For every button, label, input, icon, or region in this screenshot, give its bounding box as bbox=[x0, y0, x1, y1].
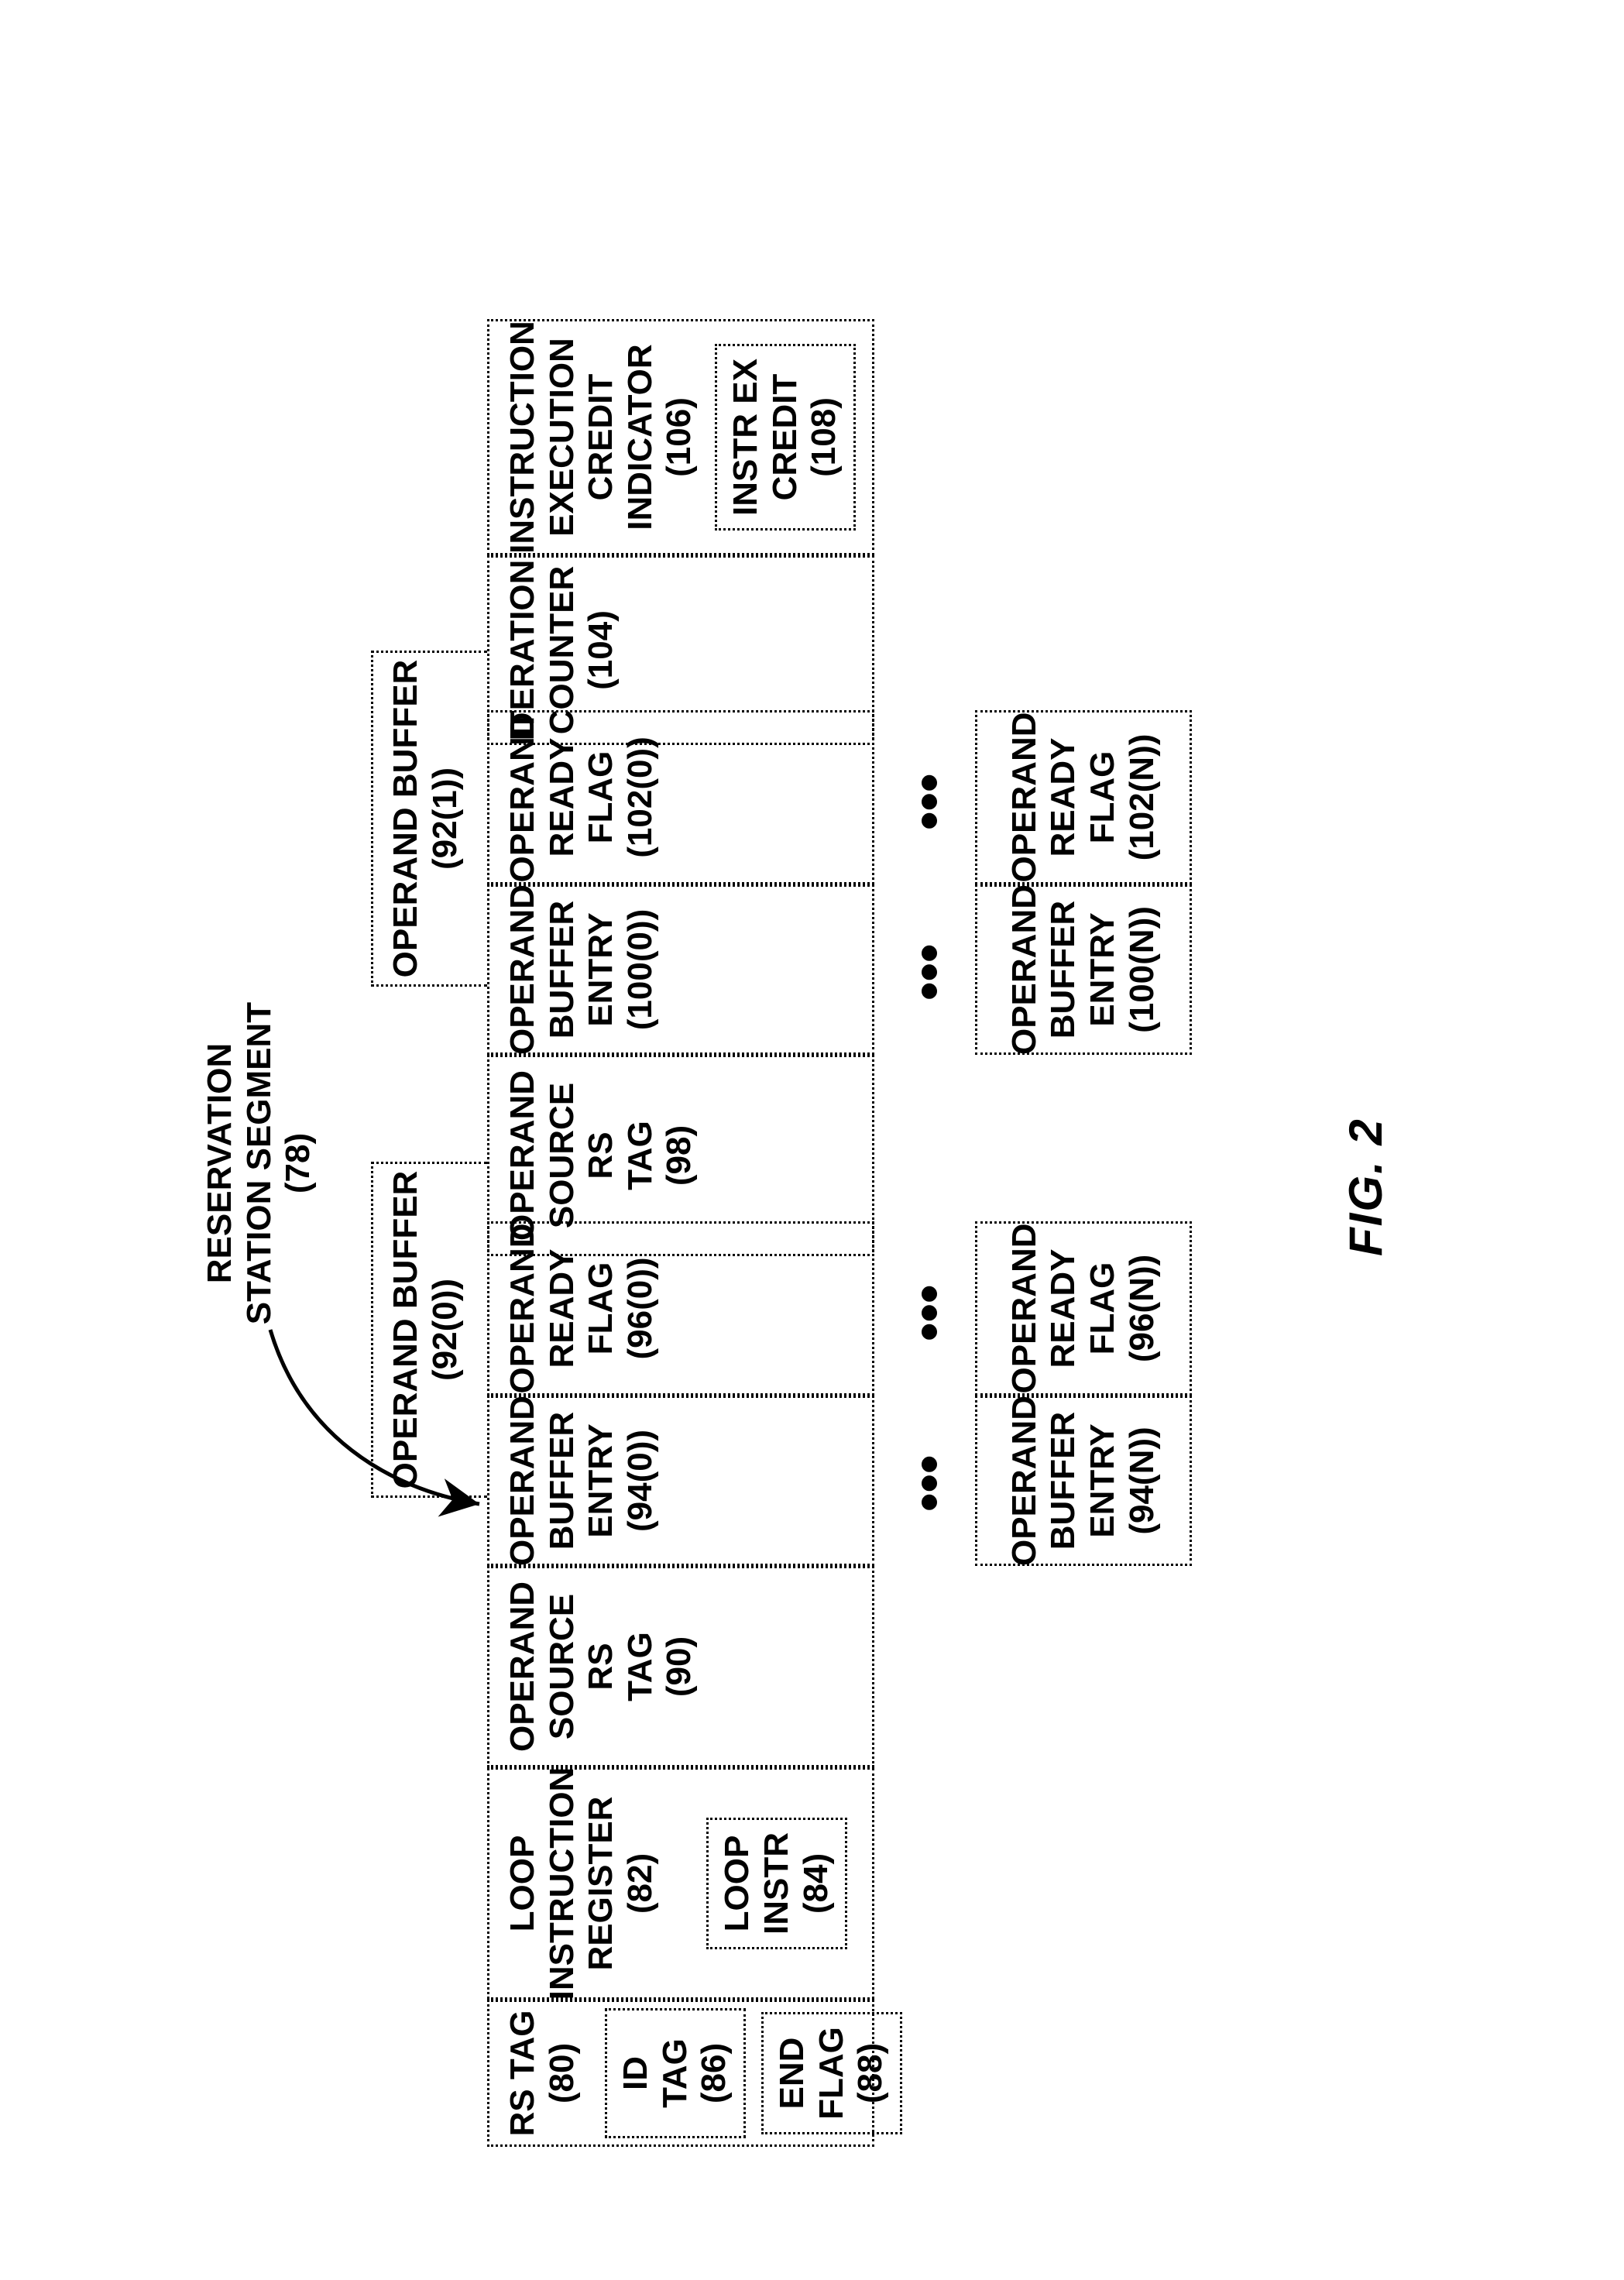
ob1-eN-l1: OPERAND bbox=[1004, 884, 1044, 1055]
ob0-eN-l2: BUFFER bbox=[1044, 1412, 1083, 1550]
credit-inner-l3: (108) bbox=[805, 397, 843, 477]
ob0-fN-l4: (96(N)) bbox=[1122, 1255, 1162, 1362]
ob0-entry-0-box: OPERAND BUFFER ENTRY (94(0)) bbox=[487, 1396, 874, 1566]
iter-l3: (104) bbox=[582, 610, 621, 690]
src1-l3: TAG bbox=[620, 1121, 660, 1190]
ob1-eN-l2: BUFFER bbox=[1044, 901, 1083, 1039]
instr-ex-credit-box: INSTR EX CREDIT (108) bbox=[714, 344, 855, 531]
ob0-flag-n-box: OPERAND READY FLAG (96(N)) bbox=[975, 1221, 1192, 1396]
ob1-entry-n-box: OPERAND BUFFER ENTRY (100(N)) bbox=[975, 884, 1192, 1055]
ob1-flag-0-box: OPERAND READY FLAG (102(0)) bbox=[487, 710, 874, 884]
credit-inner-l1: INSTR EX bbox=[726, 359, 764, 516]
ob0-fN-l1: OPERAND bbox=[1004, 1223, 1044, 1393]
ob1-e0-l3: ENTRY bbox=[582, 912, 621, 1027]
rs-tag-box: RS TAG (80) ID TAG (86) END FLAG (88) bbox=[487, 2000, 874, 2147]
credit-l4: INDICATOR bbox=[620, 344, 660, 530]
src1-l4: (98) bbox=[660, 1125, 699, 1186]
ob1-f0-l3: FLAG bbox=[582, 751, 621, 844]
ob1-e0-l2: BUFFER bbox=[542, 901, 582, 1039]
end-flag-box: END FLAG (88) bbox=[760, 2012, 901, 2134]
id-tag-l2: (86) bbox=[695, 2043, 733, 2103]
end-flag-l1: END bbox=[772, 2038, 810, 2110]
ob1-entry-0-box: OPERAND BUFFER ENTRY (100(0)) bbox=[487, 884, 874, 1055]
instruction-execution-credit-indicator-box: INSTRUCTION EXECUTION CREDIT INDICATOR (… bbox=[487, 319, 874, 555]
diagram-canvas: RESERVATION STATION SEGMENT (78) OPERAND… bbox=[193, 133, 1432, 2147]
src0-l4: (90) bbox=[660, 1636, 699, 1697]
ob0-flag-ellipsis: ••• bbox=[898, 1284, 960, 1341]
ob0-entry-ellipsis: ••• bbox=[898, 1454, 960, 1512]
loop-instr-l2: INSTR bbox=[757, 1832, 795, 1935]
ob0-header-box bbox=[371, 1162, 487, 1498]
loop-instruction-register-box: LOOP INSTRUCTION REGISTER (82) LOOP INST… bbox=[487, 1767, 874, 2000]
loop-instr-l1: LOOP bbox=[718, 1835, 756, 1932]
ob1-e0-l1: OPERAND bbox=[503, 884, 543, 1055]
ob1-flag-n-box: OPERAND READY FLAG (102(N)) bbox=[975, 710, 1192, 884]
loop-reg-l2: INSTRUCTION bbox=[542, 1767, 582, 2000]
loop-reg-l4: (82) bbox=[620, 1853, 660, 1914]
src0-l2: SOURCE RS bbox=[542, 1574, 620, 1759]
ob0-eN-l4: (94(N)) bbox=[1122, 1427, 1162, 1534]
iter-l2: COUNTER bbox=[542, 566, 582, 735]
ob0-e0-l4: (94(0)) bbox=[620, 1430, 660, 1532]
ob0-eN-l1: OPERAND bbox=[1004, 1396, 1044, 1566]
ob1-eN-l4: (100(N)) bbox=[1122, 906, 1162, 1033]
ob1-f0-l2: READY bbox=[542, 737, 582, 857]
ob1-eN-l3: ENTRY bbox=[1083, 912, 1123, 1027]
ob0-e0-l1: OPERAND bbox=[503, 1396, 543, 1566]
end-flag-l2: FLAG bbox=[812, 2027, 850, 2120]
ob0-entry-n-box: OPERAND BUFFER ENTRY (94(N)) bbox=[975, 1396, 1192, 1566]
ob1-f0-l1: OPERAND bbox=[503, 712, 543, 882]
ob0-fN-l3: FLAG bbox=[1083, 1262, 1123, 1355]
ob0-flag-0-box: OPERAND READY FLAG (96(0)) bbox=[487, 1221, 874, 1396]
ob0-eN-l3: ENTRY bbox=[1083, 1423, 1123, 1538]
src1-l2: SOURCE RS bbox=[542, 1063, 620, 1248]
id-tag-box: ID TAG (86) bbox=[605, 2008, 746, 2138]
ob1-f0-l4: (102(0)) bbox=[620, 737, 660, 858]
id-tag-l1: ID TAG bbox=[616, 2038, 694, 2108]
figure-label: FIG. 2 bbox=[1339, 1118, 1392, 1256]
credit-l1: INSTRUCTION bbox=[503, 321, 543, 554]
loop-instr-box: LOOP INSTR (84) bbox=[706, 1818, 847, 1949]
ob0-e0-l2: BUFFER bbox=[542, 1412, 582, 1550]
ob0-f0-l1: OPERAND bbox=[503, 1223, 543, 1393]
ob1-header-box bbox=[371, 651, 487, 987]
ob1-fN-l3: FLAG bbox=[1083, 751, 1123, 844]
src0-l3: TAG bbox=[620, 1632, 660, 1701]
ob1-fN-l4: (102(N)) bbox=[1122, 734, 1162, 861]
src1-l1: OPERAND bbox=[503, 1070, 543, 1241]
ob1-e0-l4: (100(0)) bbox=[620, 909, 660, 1031]
ob0-f0-l4: (96(0)) bbox=[620, 1257, 660, 1359]
loop-reg-l1: LOOP bbox=[503, 1835, 543, 1932]
rs-tag-l1: RS TAG bbox=[503, 2010, 543, 2137]
src0-l1: OPERAND bbox=[503, 1581, 543, 1752]
ob1-entry-ellipsis: ••• bbox=[898, 943, 960, 1001]
ob0-f0-l3: FLAG bbox=[582, 1262, 621, 1355]
ob1-fN-l1: OPERAND bbox=[1004, 712, 1044, 882]
operand-source-rs-tag-0-box: OPERAND SOURCE RS TAG (90) bbox=[487, 1566, 874, 1767]
credit-l2: EXECUTION bbox=[542, 338, 582, 537]
credit-inner-l2: CREDIT bbox=[765, 374, 803, 501]
ob1-flag-ellipsis: ••• bbox=[898, 773, 960, 830]
loop-instr-l3: (84) bbox=[796, 1853, 834, 1914]
end-flag-l3: (88) bbox=[851, 2043, 889, 2103]
credit-l3: CREDIT bbox=[582, 374, 621, 501]
ob0-e0-l3: ENTRY bbox=[582, 1423, 621, 1538]
ob0-fN-l2: READY bbox=[1044, 1248, 1083, 1368]
credit-l5: (106) bbox=[660, 397, 699, 477]
ob0-f0-l2: READY bbox=[542, 1248, 582, 1368]
rs-tag-l2: (80) bbox=[542, 2043, 582, 2103]
ob1-fN-l2: READY bbox=[1044, 737, 1083, 857]
loop-reg-l3: REGISTER bbox=[582, 1797, 621, 1971]
